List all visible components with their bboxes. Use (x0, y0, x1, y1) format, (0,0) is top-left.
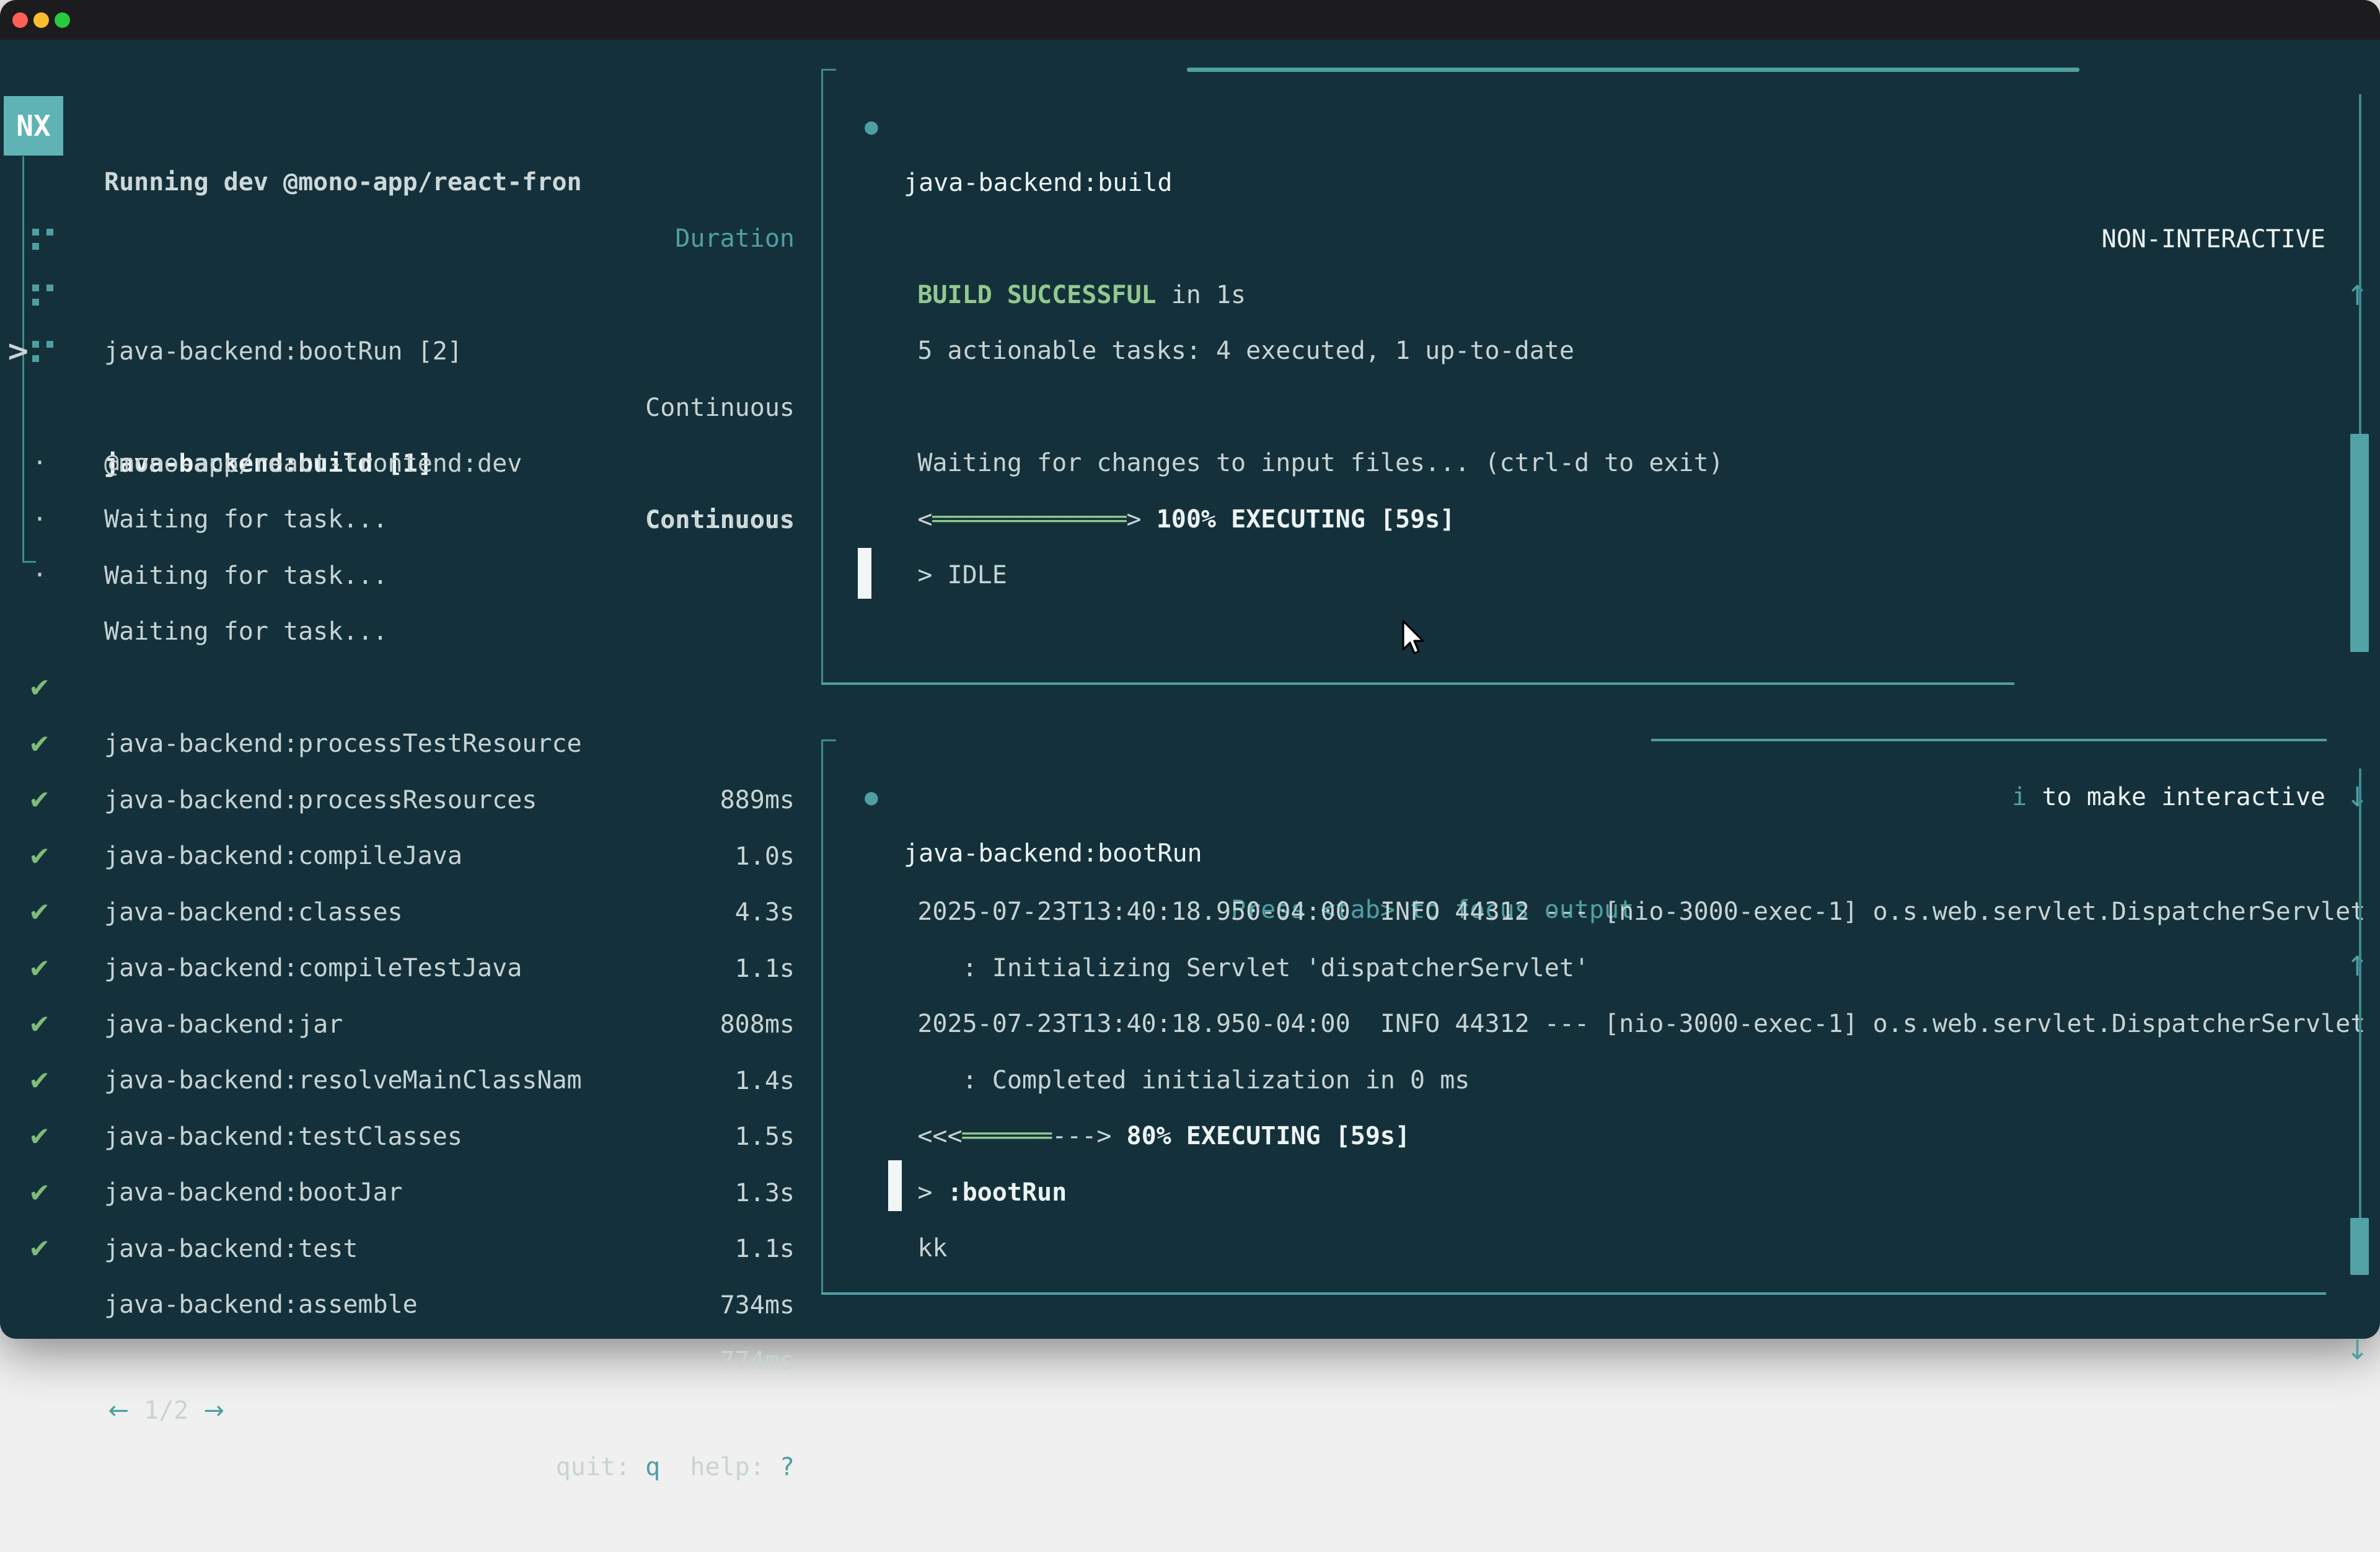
interactive-hint-key: i (2012, 783, 2027, 811)
close-button-icon[interactable] (12, 12, 28, 28)
bootrun-pane-scrollbar-track[interactable] (2359, 769, 2361, 1219)
completed-task-row[interactable]: ✔ java-backend:compileTestJava 808ms (0, 827, 818, 884)
scroll-up-icon[interactable]: ↑ (2346, 268, 2369, 324)
progress-label: 80% EXECUTING [59s] (1127, 1122, 1411, 1150)
window-titlebar (0, 0, 2380, 40)
completed-task-row[interactable]: ✔ java-backend:processTestResource 889ms (0, 603, 818, 659)
completed-task-row[interactable]: ✔ java-backend:assemble 774ms (0, 1164, 818, 1220)
build-success-line: BUILD SUCCESSFUL in 1s (858, 211, 1246, 267)
completed-task-row[interactable]: ✔ java-backend:classes 1.1s (0, 772, 818, 828)
build-pane-footer: i to make interactive ↓ (0, 656, 2380, 713)
build-pane-scrollbar-track[interactable] (2359, 94, 2361, 435)
progress-label: 100% EXECUTING [59s] (1157, 505, 1455, 534)
build-tasks-summary-line: 5 actionable tasks: 4 executed, 1 up-to-… (858, 267, 1574, 323)
completed-task-row[interactable]: ✔ java-backend:bootJar 1.1s (0, 1052, 818, 1108)
build-idle-line: > IDLE (858, 491, 1007, 547)
build-pane-title: java-backend:build (904, 155, 1172, 211)
waiting-dot-icon: · (32, 547, 47, 604)
task-row-build-selected[interactable]: > java-backend:build [1] Continuous (0, 267, 818, 323)
task-row-waiting-2[interactable]: · Waiting for task... (0, 435, 818, 492)
bootrun-progress-line: <<<══════---> 80% EXECUTING [59s] (858, 1052, 1410, 1108)
completed-task-row[interactable]: ✔ java-backend:testClasses 1.3s (0, 996, 818, 1052)
page-next-arrow[interactable]: → (203, 1396, 224, 1425)
typed-input: kk (917, 1234, 947, 1263)
bootrun-pane-header-rule (1651, 739, 2327, 741)
task-row-bootrun[interactable]: java-backend:bootRun [2] Continuous (0, 211, 818, 267)
mouse-pointer-icon (1402, 620, 1430, 666)
task-row-waiting-1[interactable]: · Waiting for task... (0, 379, 818, 435)
page-prev-arrow[interactable]: ← (108, 1396, 130, 1425)
interactive-hint-text: to make interactive (2027, 783, 2325, 811)
quit-hint-label: quit: (556, 1453, 646, 1481)
completed-task-row[interactable]: ✔ java-backend:jar 1.4s (0, 884, 818, 940)
log-line: : Completed initialization in 0 ms (858, 996, 1470, 1052)
progress-close-bracket: > (1127, 505, 1142, 534)
non-interactive-badge: NON-INTERACTIVE (2102, 211, 2325, 268)
build-progress-line: <═════════════> 100% EXECUTING [59s] (858, 435, 1455, 492)
keyboard-hints: quit: q help: ? (466, 1383, 795, 1552)
prompt-command: :bootRun (948, 1178, 1067, 1207)
build-pane-scrollbar-thumb[interactable] (2350, 434, 2369, 652)
completed-task-row[interactable]: ✔ java-backend:test 734ms (0, 1108, 818, 1165)
sidebar-title: Running dev @mono-app/react-fron (104, 154, 582, 211)
bootrun-pane-text-cursor (888, 1160, 902, 1211)
quit-key: q (645, 1453, 660, 1481)
log-line: : Initializing Servlet 'dispatcherServle… (858, 884, 1589, 940)
log-line: 2025-07-23T13:40:18.950-04:00 INFO 44312… (858, 827, 2365, 884)
task-row-waiting-3[interactable]: · Waiting for task... (0, 491, 818, 547)
maximize-button-icon[interactable] (55, 12, 70, 28)
app-window: NX Running dev @mono-app/react-fron Dura… (0, 0, 2380, 1339)
task-bullet-icon: ● (865, 99, 878, 155)
spinner-icon (32, 341, 39, 348)
minimize-button-icon[interactable] (33, 12, 49, 28)
bootrun-pane-footer: ↓ (0, 1266, 2380, 1322)
build-pane-header-rule (1187, 68, 2079, 72)
bootrun-prompt-line: > :bootRun (858, 1108, 1067, 1165)
task-duration: 774ms (720, 1333, 795, 1390)
build-waiting-line: Waiting for changes to input files... (c… (858, 379, 1724, 435)
page-indicator: 1/2 (129, 1396, 203, 1425)
sidebar-header: Running dev @mono-app/react-fron Duratio… (0, 98, 818, 154)
help-key: ? (780, 1453, 795, 1481)
bootrun-input-line[interactable]: kk (858, 1164, 948, 1220)
log-line: 2025-07-23T13:40:18.950-04:00 INFO 44312… (858, 940, 2365, 996)
bootrun-pane-border-left (821, 739, 823, 1295)
task-label: Waiting for task... (104, 548, 388, 604)
help-hint-label: help: (660, 1453, 780, 1481)
scroll-down-icon[interactable]: ↓ (2346, 1322, 2369, 1378)
task-row-frontend-dev[interactable]: @mono-app/react-frontend:dev Continuous (0, 323, 818, 379)
build-pane-border-left (821, 69, 823, 684)
scroll-down-icon[interactable]: ↓ (2346, 769, 2369, 826)
task-bullet-icon: ● (865, 769, 878, 826)
build-pane-text-cursor (858, 548, 871, 599)
completed-task-row[interactable]: ✔ java-backend:resolveMainClassNam 1.5s (0, 940, 818, 996)
